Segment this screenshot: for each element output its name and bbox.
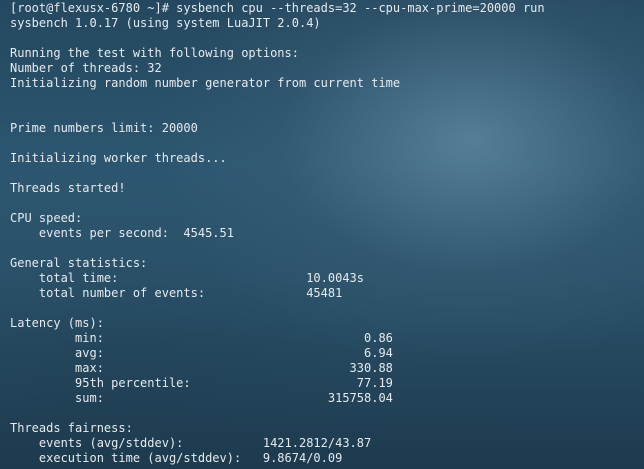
terminal-line: total number of events: 45481 [10,286,343,300]
terminal-line: sysbench 1.0.17 (using system LuaJIT 2.0… [10,16,321,30]
terminal-line: max: 330.88 [10,361,393,375]
terminal-line: CPU speed: [10,211,83,225]
terminal-line: total time: 10.0043s [10,271,365,285]
terminal-line: Initializing random number generator fro… [10,76,401,90]
terminal-line: Latency (ms): [10,316,104,330]
terminal-line: Number of threads: 32 [10,61,162,75]
terminal-line: Threads fairness: [10,421,133,435]
command-prompt-line: [root@flexusx-6780 ~]# sysbench cpu --th… [10,1,545,15]
terminal-line: Prime numbers limit: 20000 [10,121,198,135]
terminal-line: execution time (avg/stddev): 9.8674/0.09 [10,451,343,465]
terminal-line: Running the test with following options: [10,46,299,60]
terminal-line: Initializing worker threads... [10,151,227,165]
terminal-output[interactable]: [root@flexusx-6780 ~]# sysbench cpu --th… [10,0,644,466]
terminal-line: 95th percentile: 77.19 [10,376,393,390]
terminal-line: General statistics: [10,256,148,270]
terminal-window[interactable]: [root@flexusx-6780 ~]# sysbench cpu --th… [0,0,644,469]
terminal-line: min: 0.86 [10,331,393,345]
terminal-line: avg: 6.94 [10,346,393,360]
terminal-line: Threads started! [10,181,126,195]
terminal-line: sum: 315758.04 [10,391,393,405]
terminal-line: events per second: 4545.51 [10,226,234,240]
terminal-line: events (avg/stddev): 1421.2812/43.87 [10,436,372,450]
